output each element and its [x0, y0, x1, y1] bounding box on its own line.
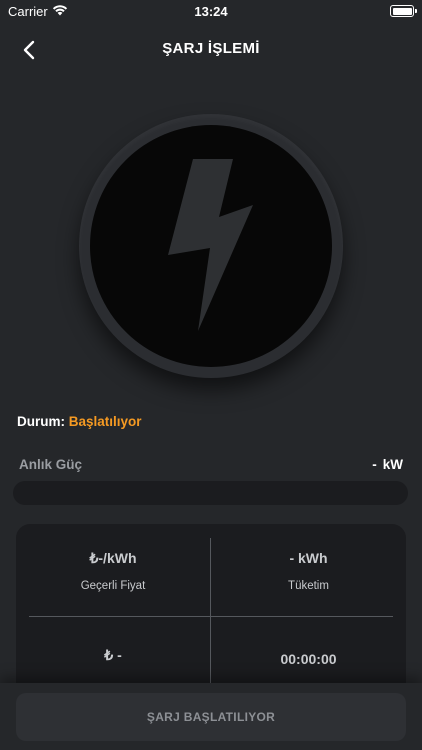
- battery-icon: [390, 5, 417, 17]
- instant-power-value: -: [372, 457, 377, 472]
- nav-bar: ŞARJ İŞLEMİ: [0, 28, 422, 72]
- instant-power-bar: [13, 481, 408, 505]
- status-value: Başlatılıyor: [68, 414, 142, 429]
- instant-power-unit: kW: [382, 457, 403, 472]
- cost-value: ₺ -: [104, 647, 122, 663]
- lightning-bolt-icon: [168, 159, 253, 331]
- status-bar: Carrier 13:24: [0, 0, 422, 24]
- charging-screen: Carrier 13:24 ŞARJ İŞLEMİ Durum: Başlatı…: [0, 0, 422, 750]
- price-value: ₺-/kWh: [89, 550, 137, 566]
- duration-value: 00:00:00: [280, 651, 337, 667]
- clock: 13:24: [194, 4, 228, 19]
- price-label: Geçerli Fiyat: [80, 580, 146, 592]
- instant-power-label: Anlık Güç: [19, 457, 83, 472]
- charging-start-button[interactable]: ŞARJ BAŞLATILIYOR: [16, 693, 406, 741]
- horizontal-divider: [29, 616, 393, 617]
- status-label: Durum:: [17, 414, 65, 429]
- charging-indicator: [79, 114, 343, 378]
- bottom-action-bar: ŞARJ BAŞLATILIYOR: [0, 683, 422, 750]
- charging-indicator-disc: [90, 125, 332, 367]
- instant-power-readout: - kW: [372, 457, 403, 472]
- consumption-value: - kWh: [289, 550, 328, 566]
- page-title: ŞARJ İŞLEMİ: [162, 40, 260, 57]
- charging-status: Durum: Başlatılıyor: [17, 414, 142, 429]
- consumption-label: Tüketim: [288, 580, 329, 592]
